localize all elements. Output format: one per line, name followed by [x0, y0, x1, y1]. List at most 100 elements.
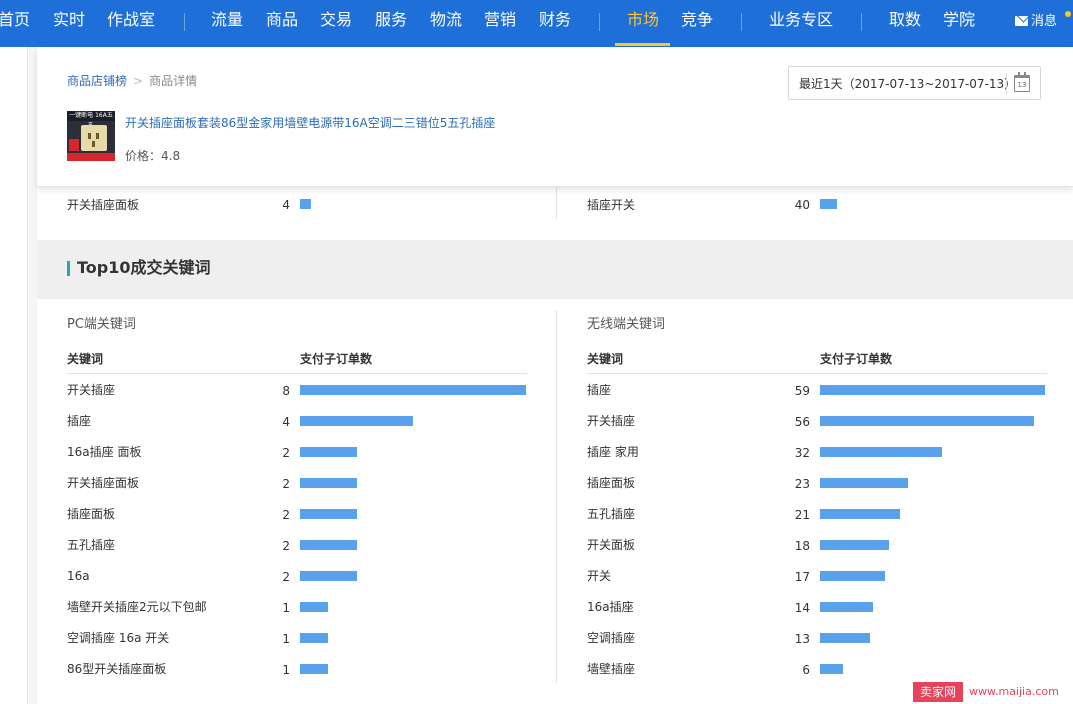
nav-competition[interactable]: 竞争	[681, 9, 713, 31]
keyword-label: 空调插座	[587, 631, 636, 645]
envelope-icon	[1015, 16, 1028, 26]
order-count-bar	[820, 416, 1034, 426]
keyword-label: 16a插座 面板	[67, 445, 142, 459]
nav-realtime[interactable]: 实时	[53, 9, 85, 31]
notification-dot	[1065, 11, 1071, 17]
nav-home[interactable]: 首页	[0, 9, 30, 31]
calendar-day: 13	[1017, 81, 1027, 89]
keyword-label: 墙壁插座	[587, 662, 636, 676]
nav-transactions[interactable]: 交易	[320, 9, 352, 31]
section-header: Top10成交关键词	[37, 240, 1073, 299]
watermark-url: www.maijia.com	[969, 685, 1059, 698]
order-count-bar	[300, 633, 328, 643]
breadcrumb-current: 商品详情	[149, 74, 198, 88]
date-range-label: 最近1天（2017-07-13~2017-07-13）	[799, 77, 1017, 91]
date-divider	[1006, 73, 1007, 95]
list-item-value: 4	[282, 198, 290, 212]
messages-link[interactable]: 消息	[1015, 11, 1071, 31]
section-accent-bar	[67, 261, 70, 276]
thumbnail-badge	[69, 139, 79, 151]
keyword-label: 开关面板	[587, 538, 636, 552]
socket-image	[81, 125, 107, 151]
order-count-bar	[300, 509, 357, 519]
product-title-link[interactable]: 开关插座面板套装86型金家用墙壁电源带16A空调二三错位5五孔插座	[125, 115, 495, 131]
keyword-label: 开关插座	[67, 383, 116, 397]
order-count: 2	[282, 539, 290, 553]
thumbnail-caption: 一键断电 16A五孔	[67, 111, 115, 129]
list-item-bar	[300, 199, 311, 209]
nav-products[interactable]: 商品	[266, 9, 298, 31]
order-count-bar	[820, 478, 908, 488]
keyword-label: 五孔插座	[67, 538, 116, 552]
nav-data-fetch[interactable]: 取数	[889, 9, 921, 31]
breadcrumb-parent-link[interactable]: 商品店铺榜	[67, 74, 127, 88]
order-count: 13	[794, 632, 810, 646]
nav-logistics[interactable]: 物流	[430, 9, 462, 31]
order-count: 2	[282, 446, 290, 460]
keyword-label: 16a插座	[587, 600, 634, 614]
keyword-label: 空调插座 16a 开关	[67, 631, 170, 645]
order-count: 18	[794, 539, 810, 553]
order-count-bar	[300, 416, 413, 426]
product-price: 价格：4.8	[125, 149, 181, 163]
mobile-keywords-title: 无线端关键词	[587, 317, 666, 332]
mobile-col-keyword: 关键词	[587, 352, 624, 366]
nav-divider	[184, 13, 185, 31]
section-title: Top10成交关键词	[77, 258, 211, 277]
order-count-bar	[300, 664, 328, 674]
nav-business-zone[interactable]: 业务专区	[769, 9, 833, 31]
order-count: 32	[794, 446, 810, 460]
nav-war-room[interactable]: 作战室	[107, 9, 155, 31]
column-divider	[556, 187, 557, 220]
order-count-bar	[820, 447, 942, 457]
keyword-label: 开关插座面板	[67, 476, 140, 490]
order-count: 14	[794, 601, 810, 615]
nav-divider	[741, 13, 742, 31]
keyword-label: 插座 家用	[587, 445, 639, 459]
order-count: 8	[282, 384, 290, 398]
keyword-label: 插座面板	[587, 476, 636, 490]
order-count-bar	[820, 509, 900, 519]
order-count: 1	[282, 601, 290, 615]
pc-keywords-title: PC端关键词	[67, 317, 136, 332]
list-item-label: 插座开关	[587, 198, 636, 212]
order-count: 2	[282, 477, 290, 491]
order-count: 1	[282, 663, 290, 677]
order-count-bar	[300, 602, 328, 612]
table-header-divider	[587, 373, 1047, 374]
list-item-bar	[820, 199, 837, 209]
list-item-label: 开关插座面板	[67, 198, 140, 212]
breadcrumb: 商品店铺榜 > 商品详情	[67, 73, 197, 89]
order-count-bar	[820, 664, 843, 674]
nav-academy[interactable]: 学院	[943, 9, 975, 31]
top-navigation: 首页 实时 作战室 流量 商品 交易 服务 物流 营销 财务 市场 竞争 业务专…	[0, 0, 1073, 47]
keyword-label: 86型开关插座面板	[67, 662, 167, 676]
order-count-bar	[300, 540, 357, 550]
order-count: 59	[794, 384, 810, 398]
nav-finance[interactable]: 财务	[539, 9, 571, 31]
order-count: 2	[282, 508, 290, 522]
order-count-bar	[300, 447, 357, 457]
order-count: 4	[282, 415, 290, 429]
order-count: 17	[794, 570, 810, 584]
breadcrumb-separator: >	[133, 74, 144, 88]
nav-traffic[interactable]: 流量	[211, 9, 243, 31]
mobile-col-orders: 支付子订单数	[820, 352, 893, 366]
date-range-picker[interactable]: 最近1天（2017-07-13~2017-07-13） 13	[788, 66, 1041, 100]
order-count: 2	[282, 570, 290, 584]
nav-service[interactable]: 服务	[375, 9, 407, 31]
product-thumbnail[interactable]: 一键断电 16A五孔	[67, 111, 115, 161]
order-count: 1	[282, 632, 290, 646]
keyword-label: 插座	[67, 414, 92, 428]
nav-marketing[interactable]: 营销	[484, 9, 516, 31]
nav-market[interactable]: 市场	[627, 9, 659, 31]
keyword-label: 插座面板	[67, 507, 116, 521]
calendar-icon[interactable]: 13	[1014, 72, 1030, 92]
order-count: 6	[802, 663, 810, 677]
order-count: 21	[794, 508, 810, 522]
thumbnail-strip	[67, 153, 115, 161]
list-item-value: 40	[794, 198, 810, 212]
order-count-bar	[820, 385, 1045, 395]
nav-divider	[599, 13, 600, 31]
order-count-bar	[300, 571, 357, 581]
